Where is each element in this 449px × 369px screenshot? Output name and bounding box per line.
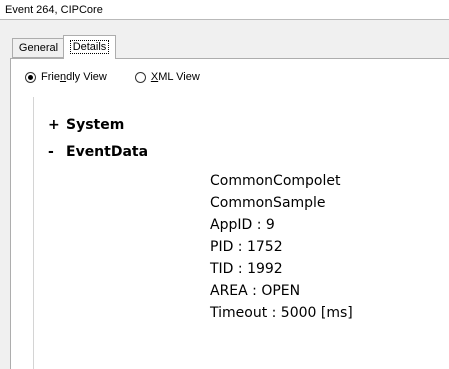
tab-details[interactable]: Details — [63, 35, 116, 59]
data-line: CommonCompolet — [210, 173, 341, 189]
tab-general-label: General — [18, 42, 59, 54]
tree-node-system[interactable]: + System — [48, 117, 124, 133]
window-title: Event 264, CIPCore — [0, 0, 449, 20]
friendly-view-label[interactable]: Friendly View — [41, 71, 107, 83]
expand-marker[interactable]: + — [48, 117, 66, 133]
friendly-view-radio[interactable]: Friendly View — [25, 71, 107, 83]
data-line: TID : 1992 — [210, 261, 283, 277]
radio-selected-icon[interactable] — [25, 71, 36, 83]
eventdata-values: CommonCompolet CommonSample AppID : 9 PI… — [210, 170, 353, 324]
details-panel: Friendly View XML View + System - EventDat… — [10, 58, 449, 369]
tab-details-label: Details — [69, 40, 110, 54]
tree-node-system-label: System — [66, 117, 125, 133]
xml-view-label[interactable]: XML View — [151, 71, 200, 83]
data-line: Timeout : 5000 [ms] — [210, 305, 353, 321]
view-mode-options: Friendly View XML View — [25, 71, 228, 83]
data-line: PID : 1752 — [210, 239, 283, 255]
radio-dot-icon — [28, 74, 33, 80]
data-line: CommonSample — [210, 195, 326, 211]
tab-strip: General Details — [0, 20, 449, 60]
data-line: AREA : OPEN — [210, 283, 301, 299]
data-line: AppID : 9 — [210, 217, 275, 233]
xml-view-radio[interactable]: XML View — [134, 71, 200, 83]
collapse-marker[interactable]: - — [48, 144, 66, 160]
tree-node-eventdata-label: EventData — [66, 144, 149, 160]
radio-unselected-icon[interactable] — [134, 71, 146, 83]
tree-node-eventdata[interactable]: - EventData — [48, 144, 148, 160]
tab-general[interactable]: General — [12, 38, 64, 58]
event-properties-window: Event 264, CIPCore General Details Frien… — [0, 0, 449, 369]
event-data-view: + System - EventData CommonCompolet Common… — [33, 97, 449, 369]
